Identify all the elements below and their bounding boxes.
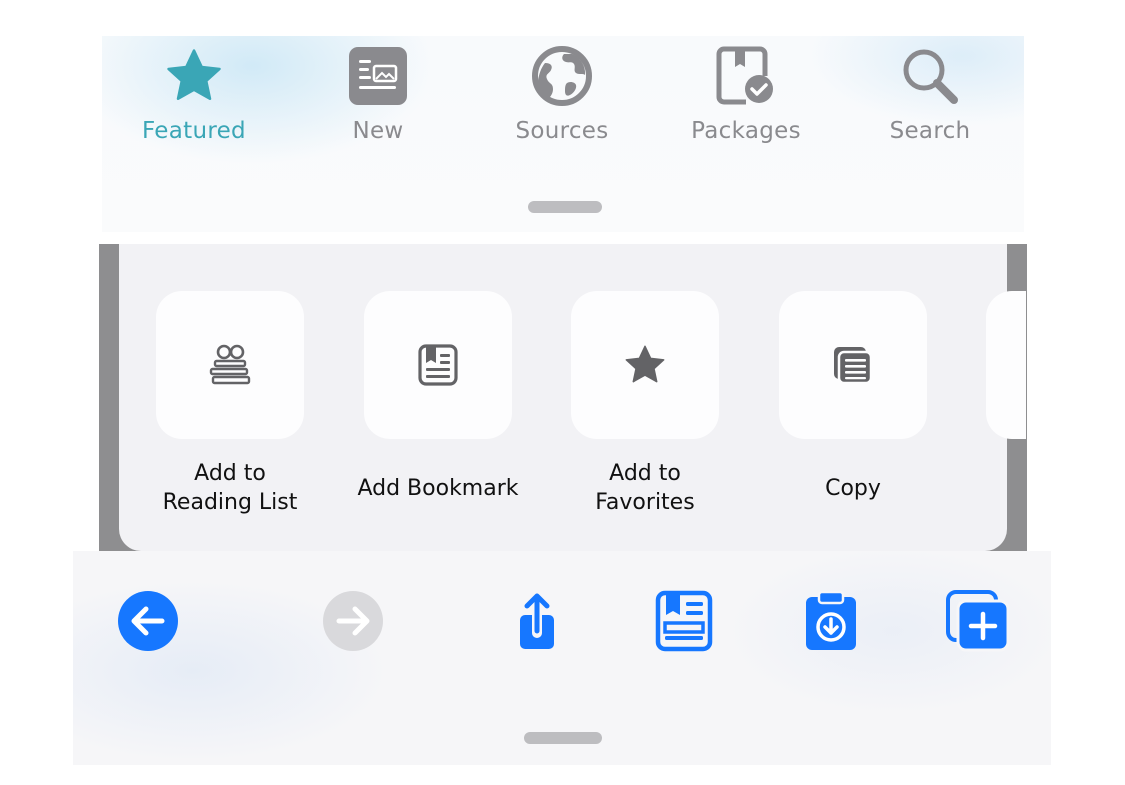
magnifier-icon xyxy=(898,44,962,108)
action-label-line: Copy xyxy=(825,475,881,501)
copy-action[interactable]: Copy xyxy=(765,291,941,517)
add-bookmark-action[interactable]: Add Bookmark xyxy=(350,291,526,517)
star-icon xyxy=(625,345,665,383)
tab-bar: Featured New Sources Packages Search xyxy=(102,36,1024,232)
arrow-right-circle-icon xyxy=(323,591,383,651)
copy-doc-icon xyxy=(834,347,873,385)
package-check-icon xyxy=(714,44,778,108)
action-tile[interactable] xyxy=(156,291,304,439)
tab-label-sources: Sources xyxy=(515,118,609,144)
tab-label-packages: Packages xyxy=(691,118,801,144)
star-icon xyxy=(162,44,226,108)
action-label: Add to Reading List xyxy=(130,459,330,517)
new-tab-button[interactable] xyxy=(946,589,1010,653)
share-sheet-backdrop: Add to Reading List Add Bookmark Add to … xyxy=(99,244,1027,551)
action-tile[interactable] xyxy=(571,291,719,439)
action-label-line: Add to xyxy=(609,461,681,486)
action-label-line: Reading List xyxy=(162,490,298,515)
newspaper-icon xyxy=(346,44,410,108)
tab-label-search: Search xyxy=(889,118,971,144)
next-action-tile-partial[interactable] xyxy=(986,291,1026,439)
clipboard-download-icon xyxy=(806,590,856,650)
action-label-line: Add to xyxy=(194,461,266,486)
action-label: Add to Favorites xyxy=(545,459,745,517)
bookmark-book-icon xyxy=(418,344,458,386)
reading-glasses-books-icon xyxy=(209,344,251,385)
arrow-left-circle-icon xyxy=(118,591,178,651)
action-tile[interactable] xyxy=(364,291,512,439)
browser-toolbar xyxy=(73,551,1051,765)
add-tab-icon xyxy=(946,590,1010,652)
back-button[interactable] xyxy=(116,589,180,653)
download-button[interactable] xyxy=(799,589,863,653)
tab-sources[interactable]: Sources xyxy=(482,44,642,164)
action-label: Add Bookmark xyxy=(338,459,538,517)
tab-new[interactable]: New xyxy=(298,44,458,164)
tab-featured[interactable]: Featured xyxy=(114,44,274,164)
share-sheet: Add to Reading List Add Bookmark Add to … xyxy=(119,244,1026,551)
share-button[interactable] xyxy=(505,589,569,653)
add-to-favorites-action[interactable]: Add to Favorites xyxy=(557,291,733,517)
home-indicator[interactable] xyxy=(524,732,602,744)
add-to-reading-list-action[interactable]: Add to Reading List xyxy=(142,291,318,517)
globe-icon xyxy=(530,44,594,108)
tab-packages[interactable]: Packages xyxy=(666,44,826,164)
tab-label-featured: Featured xyxy=(142,118,246,144)
action-label: Copy xyxy=(753,459,953,517)
action-label-line: Add Bookmark xyxy=(357,475,519,501)
sheet-grabber[interactable] xyxy=(528,201,602,213)
action-tile[interactable] xyxy=(779,291,927,439)
action-label-line: Favorites xyxy=(595,490,695,515)
tab-search[interactable]: Search xyxy=(850,44,1010,164)
share-up-arrow-icon xyxy=(520,593,554,649)
reader-mode-button[interactable] xyxy=(652,589,716,653)
forward-button[interactable] xyxy=(321,589,385,653)
reader-bookmark-icon xyxy=(655,590,713,652)
tab-label-new: New xyxy=(352,118,404,144)
